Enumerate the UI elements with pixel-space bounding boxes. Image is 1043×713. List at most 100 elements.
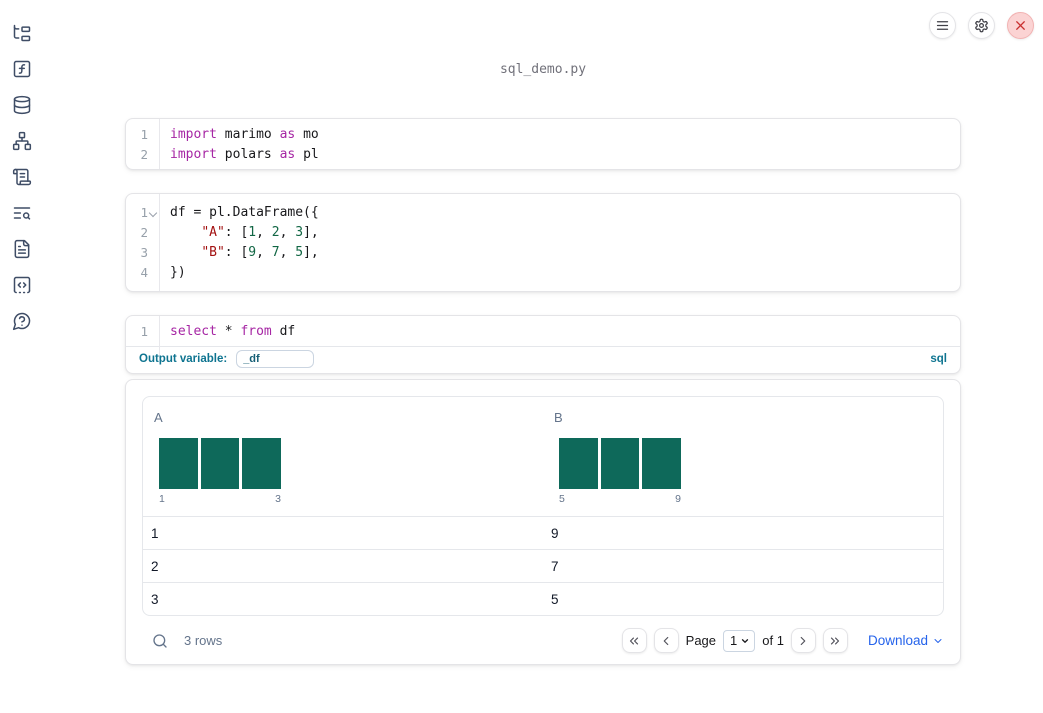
chevron-right-icon	[796, 634, 810, 648]
table-row[interactable]: 19	[143, 516, 943, 549]
table-cell: 3	[151, 591, 159, 607]
page-select-value: 1	[730, 633, 738, 648]
line-number: 1	[140, 127, 148, 142]
line-number: 1	[140, 324, 148, 339]
code-text: })	[170, 265, 186, 280]
line-number: 2	[140, 225, 148, 240]
settings-button[interactable]	[968, 12, 995, 39]
histogram-axis-labels: 5 9	[559, 493, 681, 505]
table-row[interactable]: 27	[143, 549, 943, 582]
line-gutter: 2	[126, 145, 159, 165]
next-page-button[interactable]	[790, 628, 816, 653]
histogram-bar[interactable]	[159, 438, 198, 489]
file-tree-icon	[12, 23, 32, 43]
page-label: Page	[685, 633, 717, 648]
code-text: "B": [9, 7, 5],	[201, 245, 319, 260]
code-text: df = pl.DataFrame({	[170, 205, 319, 220]
sidebar-item-functions[interactable]	[0, 51, 44, 87]
histogram-max-label: 3	[275, 493, 281, 505]
download-label: Download	[867, 633, 928, 648]
histogram-bar[interactable]	[242, 438, 282, 489]
histogram-bar[interactable]	[200, 438, 240, 489]
table-search-button[interactable]	[152, 633, 168, 649]
code-text: import polars as pl	[170, 147, 319, 162]
sidebar-item-documentation[interactable]	[0, 231, 44, 267]
chevrons-left-icon	[627, 634, 641, 648]
code-line: 1 df = pl.DataFrame({	[126, 203, 960, 223]
histogram-bar[interactable]	[559, 438, 598, 489]
code-line: 4})	[126, 263, 960, 283]
code-editor[interactable]: 1 import marimo as mo 2 import polars as pl	[126, 119, 960, 169]
search-icon	[152, 633, 168, 649]
output-variable-label: Output variable:	[139, 353, 228, 365]
chevron-down-icon	[932, 635, 944, 647]
histogram-bars	[159, 438, 282, 489]
code-text: select * from df	[170, 324, 296, 339]
histogram-max-label: 9	[675, 493, 681, 505]
code-cell-dataframe[interactable]: 1 df = pl.DataFrame({2 "A": [1, 2, 3], 3 "…	[125, 193, 961, 292]
sidebar-item-help[interactable]	[0, 303, 44, 339]
histogram-bar[interactable]	[600, 438, 640, 489]
sidebar-item-snippets[interactable]	[0, 267, 44, 303]
scroll-text-icon	[12, 167, 32, 187]
sidebar-item-search[interactable]	[0, 195, 44, 231]
chevrons-right-icon	[828, 634, 842, 648]
table-toolbar: 3 rows Page 1 of 1 Download	[142, 616, 944, 665]
sql-editor[interactable]: 1 select * from df	[126, 316, 960, 358]
code-cell-imports[interactable]: 1 import marimo as mo 2 import polars as pl	[125, 118, 961, 170]
output-variable-input[interactable]	[236, 350, 315, 368]
histogram-min-label: 5	[559, 493, 565, 505]
page-of-label: of 1	[762, 633, 784, 648]
sidebar-item-datasources[interactable]	[0, 87, 44, 123]
helper-sidebar	[0, 15, 44, 339]
download-button[interactable]: Download	[868, 633, 944, 648]
page-number-select[interactable]: 1	[723, 629, 756, 652]
row-count: 3 rows	[184, 633, 223, 648]
code-line: 2 import polars as pl	[126, 145, 960, 165]
code-snippet-square-icon	[12, 275, 32, 295]
table-header-row: A 1 3 B 5 9	[143, 397, 943, 516]
sql-cell-footer: Output variable: sql	[126, 345, 960, 373]
histogram-bar[interactable]	[642, 438, 682, 489]
line-gutter: 1	[126, 125, 159, 145]
first-page-button[interactable]	[621, 628, 647, 653]
last-page-button[interactable]	[822, 628, 848, 653]
table-cell: 7	[551, 558, 559, 574]
code-editor[interactable]: 1 df = pl.DataFrame({2 "A": [1, 2, 3], 3 "…	[126, 194, 960, 291]
pagination: Page 1 of 1 Download	[621, 628, 944, 653]
table-cell: 9	[551, 525, 559, 541]
function-square-icon	[12, 59, 32, 79]
column-header-a[interactable]: A 1 3	[143, 397, 543, 516]
data-table: A 1 3 B 5 9 1 9 2 7 3 5	[142, 396, 944, 616]
sidebar-item-logs[interactable]	[0, 159, 44, 195]
line-gutter: 3	[126, 243, 159, 263]
line-gutter: 4	[126, 263, 159, 283]
previous-page-button[interactable]	[653, 628, 679, 653]
histogram-bars	[559, 438, 682, 489]
network-graph-icon	[12, 131, 32, 151]
code-line: 1 import marimo as mo	[126, 125, 960, 145]
shutdown-button[interactable]	[1007, 12, 1034, 39]
table-cell: 1	[151, 525, 159, 541]
line-number: 2	[140, 147, 148, 162]
file-text-icon	[12, 239, 32, 259]
sql-cell[interactable]: 1 select * from df Output variable: sql	[125, 315, 961, 374]
histogram-axis-labels: 1 3	[159, 493, 281, 505]
table-row[interactable]: 35	[143, 582, 943, 615]
sidebar-item-file-tree[interactable]	[0, 15, 44, 51]
column-header-b[interactable]: B 5 9	[543, 397, 943, 516]
notebook-filename: sql_demo.py	[499, 62, 587, 77]
sidebar-item-dependency-graph[interactable]	[0, 123, 44, 159]
database-icon	[12, 95, 32, 115]
line-number: 4	[140, 265, 148, 280]
line-gutter: 2	[126, 223, 159, 243]
close-x-icon	[1013, 18, 1028, 33]
code-line: 3 "B": [9, 7, 5],	[126, 243, 960, 263]
table-cell: 5	[551, 591, 559, 607]
histogram-min-label: 1	[159, 493, 165, 505]
column-label: B	[554, 410, 563, 425]
settings-gear-icon	[974, 18, 989, 33]
column-histogram: 5 9	[559, 438, 682, 505]
code-line: 2 "A": [1, 2, 3],	[126, 223, 960, 243]
column-label: A	[154, 410, 163, 425]
